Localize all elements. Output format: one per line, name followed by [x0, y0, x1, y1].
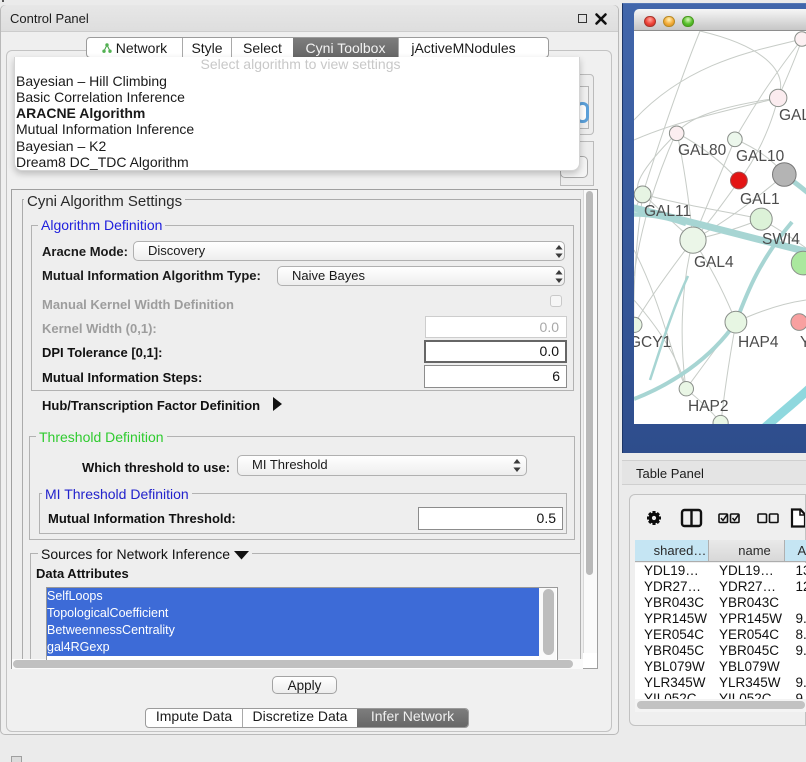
svg-text:GAL11: GAL11 — [644, 203, 691, 220]
svg-text:GAL2: GAL2 — [779, 107, 806, 124]
svg-text:SWI4: SWI4 — [762, 231, 800, 248]
svg-text:GAL80: GAL80 — [678, 142, 727, 159]
svg-text:GCY1: GCY1 — [634, 334, 671, 351]
svg-text:GAL4: GAL4 — [694, 254, 734, 271]
svg-text:HAP2: HAP2 — [688, 398, 729, 415]
svg-text:HAP4: HAP4 — [738, 334, 779, 351]
svg-text:GAL10: GAL10 — [736, 148, 785, 165]
svg-text:GAL1: GAL1 — [740, 191, 780, 208]
svg-text:YEL: YEL — [800, 334, 806, 351]
